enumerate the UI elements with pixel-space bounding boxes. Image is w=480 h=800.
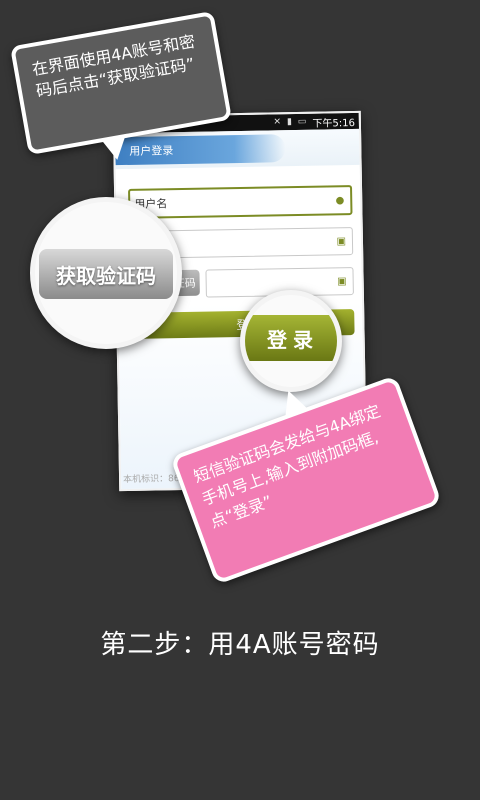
user-icon: ● bbox=[335, 194, 345, 206]
magnifier-login: 登录 bbox=[240, 290, 342, 392]
login-header: 用户登录 bbox=[115, 128, 360, 170]
callout-top-tail bbox=[101, 136, 130, 162]
mute-icon: ✕ bbox=[273, 117, 282, 128]
step-caption: 第二步：用4A账号密码 bbox=[100, 630, 380, 660]
magnified-get-code-button: 获取验证码 bbox=[39, 249, 173, 299]
device-id-text: 本机标识：86 bbox=[123, 474, 180, 486]
username-field[interactable]: 用户名 ● bbox=[128, 185, 353, 219]
callout-top-text: 在界面使用4A账号和密码后点击“获取验证码” bbox=[30, 31, 197, 101]
lock-icon: ▣ bbox=[337, 275, 347, 287]
magnified-login-button: 登录 bbox=[245, 315, 337, 361]
magnifier-get-code: 获取验证码 bbox=[30, 197, 182, 349]
page-title: 用户登录 bbox=[129, 144, 174, 158]
lock-icon: ▣ bbox=[336, 235, 347, 247]
status-time: 下午5:16 bbox=[312, 117, 356, 130]
battery-icon: ▭ bbox=[297, 116, 307, 127]
signal-icon: ▮ bbox=[286, 117, 292, 128]
